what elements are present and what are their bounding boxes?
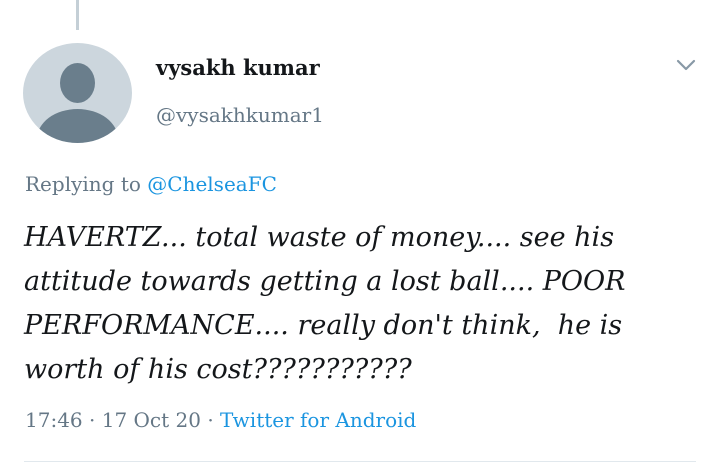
tweet-text-line: attitude towards getting a lost ball....… [24,266,626,297]
chevron-down-icon[interactable] [675,56,697,74]
tweet-text-line: worth of his cost??????????? [24,354,412,385]
tweet-metadata: 17:46 · 17 Oct 20 · Twitter for Android [25,408,416,432]
divider [24,461,696,462]
tweet-time[interactable]: 17:46 [25,408,83,432]
author-handle[interactable]: @vysakhkumar1 [156,103,324,127]
default-avatar-icon [60,63,95,103]
meta-separator: · [82,408,102,432]
tweet-date[interactable]: 17 Oct 20 [102,408,201,432]
tweet-source-link[interactable]: Twitter for Android [220,408,416,432]
thread-connector-line [76,0,79,30]
tweet-text-line: HAVERTZ... total waste of money.... see … [24,222,615,253]
avatar[interactable] [23,43,132,143]
tweet-text: HAVERTZ... total waste of money.... see … [24,216,704,392]
author-display-name[interactable]: vysakh kumar [156,55,320,80]
reply-mention-link[interactable]: @ChelseaFC [147,172,277,196]
meta-separator: · [200,408,221,432]
replying-to-line: Replying to @ChelseaFC [25,172,277,196]
replying-to-label: Replying to [25,172,148,196]
avatar-shoulders [37,109,118,143]
tweet-text-line: PERFORMANCE.... really don't think, he i… [24,310,623,341]
